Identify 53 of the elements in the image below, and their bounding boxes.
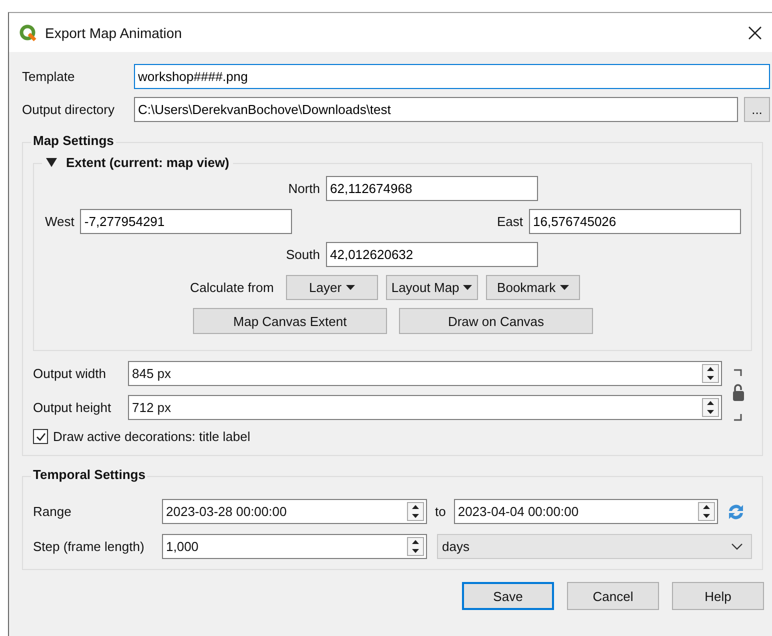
south-field[interactable]: 42,012620632 [326, 242, 538, 267]
field-label: Range [33, 504, 72, 519]
group-title: Map Settings [31, 133, 116, 148]
width-spinbox[interactable]: 845 px [128, 361, 722, 386]
field-label: South [285, 247, 320, 262]
action-button[interactable]: Map Canvas Extent [193, 308, 387, 334]
dialog-button[interactable]: Cancel [567, 582, 659, 610]
dropdown-button[interactable]: Layout Map [386, 275, 478, 300]
end-datetime-field[interactable]: 2023-04-04 00:00:00 [454, 499, 718, 524]
field-label: Output height [33, 400, 112, 415]
dropdown-button[interactable]: Bookmark [486, 275, 580, 300]
spinner-arrows-icon[interactable] [698, 502, 715, 521]
range-to-label: to [435, 504, 446, 519]
browse-button[interactable]: ... [744, 97, 770, 122]
east-field[interactable]: 16,576745026 [529, 209, 741, 234]
field-label: Output directory [22, 102, 116, 117]
checkbox-label: Draw active decorations: title label [53, 429, 250, 444]
caret-icon [346, 285, 355, 290]
window-title: Export Map Animation [45, 24, 183, 40]
spinner-arrows-icon[interactable] [702, 398, 719, 417]
field-label: North [287, 181, 320, 196]
spinner-arrows-icon[interactable] [407, 537, 424, 556]
west-field[interactable]: -7,277954291 [80, 209, 292, 234]
unit-dropdown[interactable]: days [437, 534, 752, 559]
spinner-arrows-icon[interactable] [702, 364, 719, 383]
directory-field[interactable]: C:\Users\DerekvanBochove\Downloads\test [134, 97, 738, 122]
collapse-triangle-icon[interactable] [46, 158, 57, 167]
dialog-button[interactable]: Save [462, 582, 554, 610]
group-title: Temporal Settings [31, 467, 148, 482]
caret-icon [463, 285, 472, 290]
start-datetime-field[interactable]: 2023-03-28 00:00:00 [162, 499, 427, 524]
field-label: Template [22, 69, 76, 84]
caret-icon [560, 285, 569, 290]
template-field[interactable]: workshop####.png [134, 64, 770, 89]
field-label: West [45, 214, 74, 229]
checkmark-icon [34, 430, 46, 442]
step-spinbox[interactable]: 1,000 [162, 534, 427, 559]
field-label: Output width [33, 366, 107, 381]
checkbox[interactable] [33, 429, 48, 444]
action-button[interactable]: Draw on Canvas [399, 308, 593, 334]
lock-ratio-icon[interactable] [730, 369, 746, 421]
field-label: East [496, 214, 523, 229]
extent-title: Extent (current: map view) [66, 155, 230, 170]
field-label: Step (frame length) [33, 539, 146, 554]
spinner-arrows-icon[interactable] [407, 502, 424, 521]
field-label: Calculate from [190, 280, 274, 295]
height-spinbox[interactable]: 712 px [128, 395, 722, 420]
dropdown-button[interactable]: Layer [286, 275, 378, 300]
app-logo-icon [19, 24, 37, 42]
north-field[interactable]: 62,112674968 [326, 176, 538, 201]
close-icon[interactable] [748, 26, 762, 40]
dialog-button[interactable]: Help [672, 582, 764, 610]
chevron-down-icon [731, 543, 743, 550]
